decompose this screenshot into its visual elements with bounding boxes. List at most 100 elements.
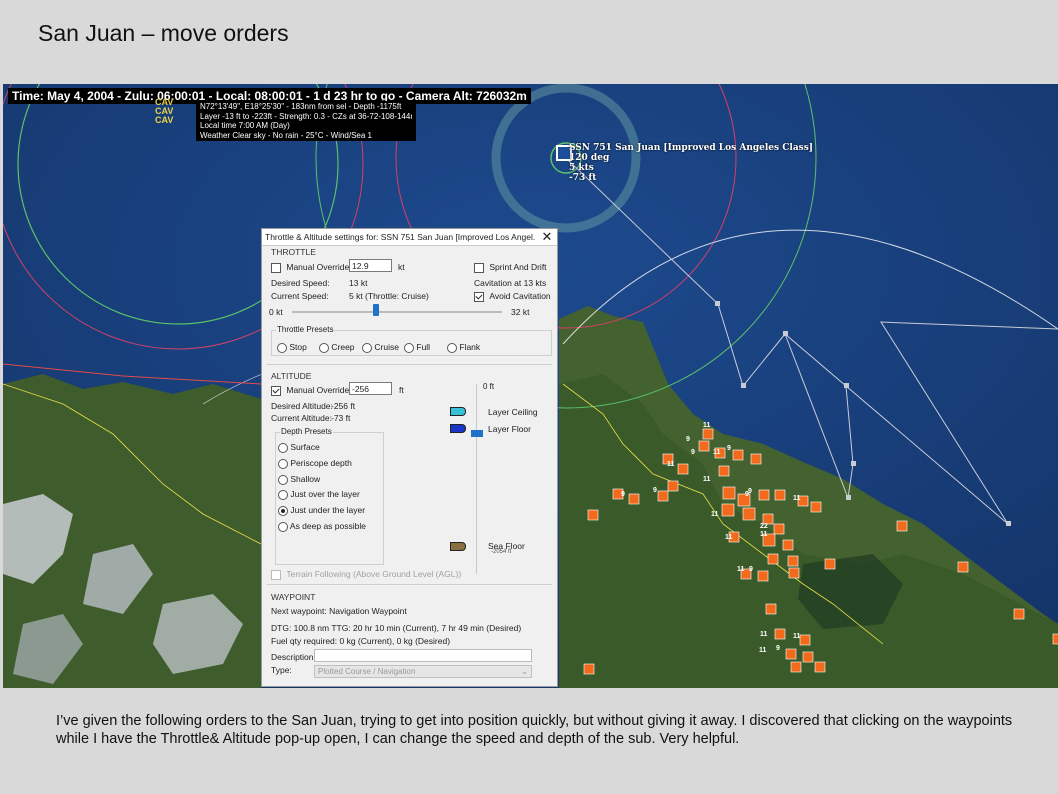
- altitude-override-label: Manual Override: [286, 385, 350, 395]
- preset-radio[interactable]: [404, 342, 414, 353]
- depth-preset-radio[interactable]: [278, 521, 288, 532]
- preset-radio[interactable]: [447, 342, 457, 353]
- waypoint-marker[interactable]: [844, 383, 849, 388]
- avoid-cavitation[interactable]: Avoid Cavitation: [474, 291, 551, 302]
- slide-caption: I’ve given the following orders to the S…: [56, 713, 1013, 747]
- depth-preset-surface[interactable]: Surface: [278, 442, 320, 453]
- unit-label[interactable]: SSN 751 San Juan [Improved Los Angeles C…: [569, 143, 813, 183]
- waypoint-marker[interactable]: [741, 383, 746, 388]
- type-label: Type:: [271, 665, 292, 675]
- waypoint-marker[interactable]: [846, 495, 851, 500]
- contact-label: 22: [760, 523, 768, 530]
- depth-preset-radio[interactable]: [278, 458, 288, 469]
- desired-altitude-value: -256 ft: [331, 401, 356, 411]
- terrain-following-checkbox[interactable]: [271, 569, 281, 580]
- contact-label: 11: [760, 531, 768, 538]
- preset-stop[interactable]: Stop: [277, 342, 307, 353]
- avoid-cavitation-checkbox[interactable]: [474, 291, 484, 302]
- altitude-unit: ft: [399, 385, 404, 395]
- close-icon[interactable]: ✕: [540, 229, 554, 244]
- chevron-down-icon: ⌄: [521, 667, 528, 676]
- throttle-altitude-dialog[interactable]: Throttle & Altitude settings for: SSN 75…: [261, 228, 558, 687]
- sprint-drift[interactable]: Sprint And Drift: [474, 262, 547, 273]
- preset-radio[interactable]: [362, 342, 372, 353]
- layer-ceiling-icon: [450, 407, 466, 416]
- preset-full[interactable]: Full: [404, 342, 430, 353]
- throttle-presets-label: Throttle Presets: [276, 325, 335, 334]
- depth-preset-deep[interactable]: As deep as possible: [278, 521, 366, 532]
- depth-preset-periscope[interactable]: Periscope depth: [278, 458, 352, 469]
- depth-preset-label: Just under the layer: [290, 505, 366, 515]
- cav-marker[interactable]: CAV CAV CAV: [155, 98, 173, 125]
- contact-label: 9: [748, 488, 752, 495]
- altitude-section-label: ALTITUDE: [271, 371, 312, 381]
- speed-slider-track[interactable]: [292, 311, 502, 313]
- next-waypoint: Next waypoint: Navigation Waypoint: [271, 606, 407, 616]
- preset-label: Creep: [331, 342, 355, 352]
- contact-label: 9: [776, 645, 780, 652]
- depth-preset-label: Periscope depth: [290, 458, 352, 468]
- divider: [267, 364, 552, 365]
- divider: [267, 584, 552, 585]
- sea-floor-depth: -2054 ft: [491, 549, 512, 555]
- depth-top-mark: 0 ft: [483, 382, 495, 391]
- preset-cruise[interactable]: Cruise: [362, 342, 399, 353]
- terrain-following[interactable]: Terrain Following (Above Ground Level (A…: [271, 569, 461, 580]
- throttle-manual-override[interactable]: Manual Override: [271, 262, 349, 273]
- throttle-section-label: THROTTLE: [271, 247, 316, 257]
- contact-label: 11: [703, 476, 711, 483]
- contact-label: 11: [793, 633, 801, 640]
- waypoint-marker[interactable]: [783, 331, 788, 336]
- waypoint-dtg: DTG: 100.8 nm TTG: 20 hr 10 min (Current…: [271, 623, 522, 633]
- layer-floor-icon: [450, 424, 466, 433]
- depth-preset-shallow[interactable]: Shallow: [278, 474, 320, 485]
- waypoint-marker[interactable]: [715, 301, 720, 306]
- slider-min-label: 0 kt: [269, 307, 283, 317]
- depth-preset-radio[interactable]: [278, 474, 288, 485]
- contact-label: 11: [725, 534, 733, 541]
- contact-label: 9: [653, 487, 657, 494]
- dialog-titlebar[interactable]: Throttle & Altitude settings for: SSN 75…: [262, 229, 557, 246]
- depth-preset-radio[interactable]: [278, 489, 288, 500]
- preset-flank[interactable]: Flank: [447, 342, 480, 353]
- depth-preset-label: Surface: [290, 442, 320, 452]
- waypoint-marker[interactable]: [1006, 521, 1011, 526]
- preset-label: Flank: [459, 342, 481, 352]
- waypoint-marker[interactable]: [851, 461, 856, 466]
- speed-slider-thumb[interactable]: [373, 304, 379, 316]
- depth-preset-radio[interactable]: [278, 442, 288, 453]
- depth-preset-under-layer[interactable]: Just under the layer: [278, 505, 365, 516]
- slider-max-label: 32 kt: [511, 307, 530, 317]
- depth-preset-radio-selected[interactable]: [278, 505, 288, 516]
- preset-radio[interactable]: [319, 342, 329, 353]
- altitude-override-checkbox[interactable]: [271, 385, 281, 396]
- contact-label: 9: [621, 491, 625, 498]
- altitude-input[interactable]: -256: [349, 382, 392, 395]
- depth-preset-over-layer[interactable]: Just over the layer: [278, 489, 360, 500]
- type-select-value: Plotted Course / Navigation: [318, 667, 416, 676]
- throttle-override-checkbox[interactable]: [271, 262, 281, 273]
- preset-radio[interactable]: [277, 342, 287, 353]
- speed-input[interactable]: 12.9: [349, 259, 392, 272]
- unit-depth: -73 ft: [569, 173, 597, 183]
- type-select[interactable]: Plotted Course / Navigation ⌄: [314, 665, 532, 678]
- contact-label: 9: [749, 566, 753, 573]
- desired-speed-value: 13 kt: [349, 278, 368, 288]
- depth-slider-track[interactable]: [476, 384, 477, 574]
- desired-altitude-label: Desired Altitude:: [271, 401, 333, 411]
- sprint-drift-checkbox[interactable]: [474, 262, 484, 273]
- current-altitude-value: -73 ft: [331, 413, 351, 423]
- depth-preset-label: Shallow: [290, 474, 321, 484]
- description-input[interactable]: [314, 649, 532, 662]
- depth-preset-label: Just over the layer: [290, 489, 360, 499]
- dialog-title: Throttle & Altitude settings for: SSN 75…: [265, 232, 535, 242]
- contact-label: 11: [667, 461, 675, 468]
- preset-creep[interactable]: Creep: [319, 342, 355, 353]
- depth-preset-label: As deep as possible: [289, 521, 366, 531]
- speed-unit: kt: [398, 262, 405, 272]
- depth-slider-thumb[interactable]: [471, 430, 483, 437]
- waypoint-fuel: Fuel qty required: 0 kg (Current), 0 kg …: [271, 636, 451, 646]
- info-line: N72°13'49", E18°25'30" - 183nm from sel …: [200, 102, 402, 111]
- preset-label: Cruise: [374, 342, 399, 352]
- altitude-manual-override[interactable]: Manual Override: [271, 385, 349, 396]
